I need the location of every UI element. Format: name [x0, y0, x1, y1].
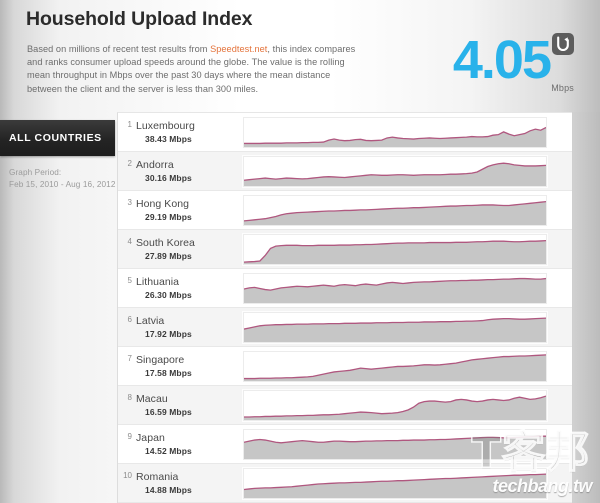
- row-rank: 7: [127, 354, 132, 363]
- row-rank: 5: [127, 276, 132, 285]
- row-speed-value: 14.52 Mbps: [145, 445, 192, 456]
- row-country-name: Romania: [136, 470, 179, 483]
- row-text-group: Lithuania 26.30 Mbps: [135, 276, 239, 301]
- row-sparkline-chart: [243, 272, 547, 304]
- right-gutter: [572, 112, 600, 503]
- row-rank: 6: [127, 315, 132, 324]
- row-sparkline-chart: [243, 311, 547, 343]
- row-sparkline-chart: [243, 116, 547, 148]
- row-text-group: South Korea 27.89 Mbps: [135, 237, 239, 262]
- row-speed-value: 14.88 Mbps: [145, 484, 192, 495]
- sidebar: ALL COUNTRIES Graph Period: Feb 15, 2010…: [0, 112, 117, 503]
- row-rank: 9: [127, 432, 132, 441]
- row-rank: 3: [127, 198, 132, 207]
- table-row[interactable]: 7 Singapore 17.58 Mbps: [118, 347, 572, 386]
- upload-badge-icon: [552, 33, 574, 55]
- row-country-name: Luxembourg: [136, 119, 195, 132]
- row-country-name: South Korea: [136, 236, 195, 249]
- row-text-group: Romania 14.88 Mbps: [135, 471, 239, 496]
- row-rank: 2: [127, 159, 132, 168]
- row-speed-value: 38.43 Mbps: [145, 133, 192, 144]
- row-sparkline-chart: [243, 233, 547, 265]
- row-sparkline-chart: [243, 194, 547, 226]
- description-text: Based on millions of recent test results…: [27, 43, 367, 96]
- table-row[interactable]: 3 Hong Kong 29.19 Mbps: [118, 191, 572, 230]
- row-speed-value: 17.58 Mbps: [145, 367, 192, 378]
- table-row[interactable]: 4 South Korea 27.89 Mbps: [118, 230, 572, 269]
- row-rank: 8: [127, 393, 132, 402]
- row-text-group: Macau 16.59 Mbps: [135, 393, 239, 418]
- row-text-group: Latvia 17.92 Mbps: [135, 315, 239, 340]
- graph-period: Graph Period: Feb 15, 2010 - Aug 16, 201…: [9, 167, 116, 190]
- graph-period-label: Graph Period:: [9, 168, 62, 177]
- tab-all-countries[interactable]: ALL COUNTRIES: [0, 120, 115, 156]
- row-country-name: Hong Kong: [136, 197, 189, 210]
- table-row[interactable]: 2 Andorra 30.16 Mbps: [118, 152, 572, 191]
- row-sparkline-chart: [243, 350, 547, 382]
- speedtest-link[interactable]: Speedtest.net: [210, 44, 267, 54]
- row-country-name: Singapore: [136, 353, 185, 366]
- row-speed-value: 16.59 Mbps: [145, 406, 192, 417]
- index-unit-label: Mbps: [551, 83, 574, 93]
- row-country-name: Japan: [136, 431, 165, 444]
- country-ranking-list[interactable]: 1 Luxembourg 38.43 Mbps 2 Andorra 30.16 Mbps 3…: [117, 112, 572, 503]
- row-country-name: Macau: [136, 392, 168, 405]
- row-country-name: Lithuania: [136, 275, 180, 288]
- row-speed-value: 29.19 Mbps: [145, 211, 192, 222]
- table-row[interactable]: 9 Japan 14.52 Mbps: [118, 425, 572, 464]
- row-text-group: Japan 14.52 Mbps: [135, 432, 239, 457]
- table-row[interactable]: 10 Romania 14.88 Mbps: [118, 464, 572, 503]
- row-speed-value: 30.16 Mbps: [145, 172, 192, 183]
- graph-period-value: Feb 15, 2010 - Aug 16, 2012: [9, 179, 116, 189]
- widget-header: Household Upload Index Based on millions…: [0, 0, 600, 112]
- row-sparkline-chart: [243, 155, 547, 187]
- row-sparkline-chart: [243, 428, 547, 460]
- row-text-group: Luxembourg 38.43 Mbps: [135, 120, 239, 145]
- row-text-group: Andorra 30.16 Mbps: [135, 159, 239, 184]
- tab-all-countries-label: ALL COUNTRIES: [9, 132, 102, 144]
- row-speed-value: 27.89 Mbps: [145, 250, 192, 261]
- page-title: Household Upload Index: [26, 8, 253, 30]
- row-text-group: Singapore 17.58 Mbps: [135, 354, 239, 379]
- row-rank: 10: [123, 471, 132, 480]
- row-country-name: Latvia: [136, 314, 165, 327]
- row-country-name: Andorra: [136, 158, 174, 171]
- table-row[interactable]: 1 Luxembourg 38.43 Mbps: [118, 113, 572, 152]
- row-speed-value: 17.92 Mbps: [145, 328, 192, 339]
- index-value-group: 4.05 Mbps: [453, 31, 574, 95]
- row-speed-value: 26.30 Mbps: [145, 289, 192, 300]
- index-value: 4.05: [452, 30, 552, 90]
- table-row[interactable]: 5 Lithuania 26.30 Mbps: [118, 269, 572, 308]
- table-row[interactable]: 6 Latvia 17.92 Mbps: [118, 308, 572, 347]
- row-rank: 4: [127, 237, 132, 246]
- row-sparkline-chart: [243, 467, 547, 499]
- table-row[interactable]: 8 Macau 16.59 Mbps: [118, 386, 572, 425]
- row-rank: 1: [127, 120, 132, 129]
- speedtest-household-upload-index-widget: Household Upload Index Based on millions…: [0, 0, 600, 503]
- row-text-group: Hong Kong 29.19 Mbps: [135, 198, 239, 223]
- row-sparkline-chart: [243, 389, 547, 421]
- description-part-1: Based on millions of recent test results…: [27, 44, 211, 54]
